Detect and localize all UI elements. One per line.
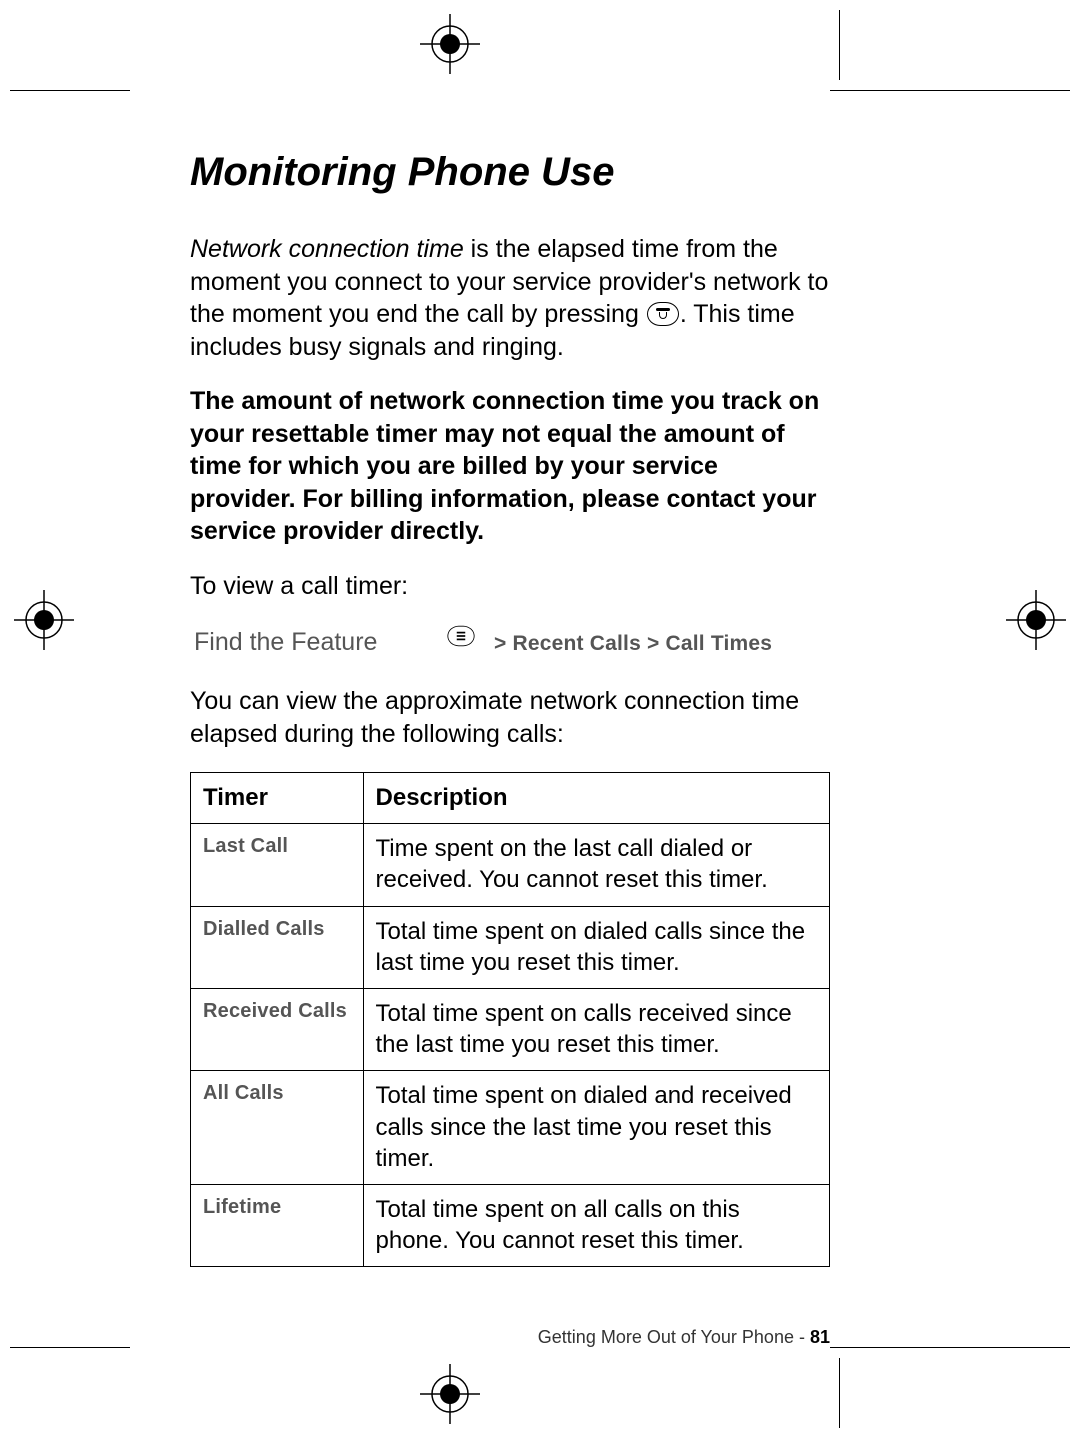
timer-name: Dialled Calls: [191, 906, 364, 988]
find-the-feature-row: Find the Feature > Recent Calls > Call T…: [194, 624, 830, 657]
crop-line: [830, 90, 1070, 91]
table-row: Dialled Calls Total time spent on dialed…: [191, 906, 830, 988]
registration-mark-icon: [14, 590, 74, 650]
page: Monitoring Phone Use Network connection …: [0, 0, 1080, 1438]
crop-line: [839, 1358, 840, 1428]
timer-desc: Time spent on the last call dialed or re…: [363, 824, 829, 906]
table-row: Lifetime Total time spent on all calls o…: [191, 1184, 830, 1266]
registration-mark-icon: [420, 1364, 480, 1424]
after-feature-text: You can view the approximate network con…: [190, 685, 830, 750]
timer-desc: Total time spent on dialed calls since t…: [363, 906, 829, 988]
crop-line: [10, 1347, 130, 1348]
crop-line: [10, 90, 130, 91]
registration-mark-icon: [420, 14, 480, 74]
view-timer-label: To view a call timer:: [190, 570, 830, 603]
timers-table: Timer Description Last Call Time spent o…: [190, 772, 830, 1267]
timer-name: Last Call: [191, 824, 364, 906]
col-description: Description: [363, 773, 829, 824]
page-number: 81: [810, 1327, 830, 1347]
menu-key-wrap: [444, 624, 494, 655]
content-area: Monitoring Phone Use Network connection …: [190, 150, 830, 1267]
end-key-icon: [647, 302, 679, 326]
table-header-row: Timer Description: [191, 773, 830, 824]
section-title: Monitoring Phone Use: [190, 150, 830, 195]
table-row: Last Call Time spent on the last call di…: [191, 824, 830, 906]
footer-section: Getting More Out of Your Phone -: [538, 1327, 810, 1347]
find-the-feature-label: Find the Feature: [194, 628, 444, 657]
intro-paragraph: Network connection time is the elapsed t…: [190, 233, 830, 363]
feature-navigation-path: > Recent Calls > Call Times: [494, 632, 772, 656]
registration-mark-icon: [1006, 590, 1066, 650]
table-row: Received Calls Total time spent on calls…: [191, 988, 830, 1070]
timer-desc: Total time spent on calls received since…: [363, 988, 829, 1070]
menu-key-icon: [447, 626, 474, 646]
col-timer: Timer: [191, 773, 364, 824]
crop-line: [830, 1347, 1070, 1348]
timer-name: Lifetime: [191, 1184, 364, 1266]
billing-notice: The amount of network connection time yo…: [190, 385, 830, 548]
intro-term: Network connection time: [190, 235, 464, 263]
timer-desc: Total time spent on all calls on this ph…: [363, 1184, 829, 1266]
timer-desc: Total time spent on dialed and received …: [363, 1071, 829, 1185]
page-footer: Getting More Out of Your Phone - 81: [190, 1327, 830, 1348]
timer-name: All Calls: [191, 1071, 364, 1185]
timer-name: Received Calls: [191, 988, 364, 1070]
table-row: All Calls Total time spent on dialed and…: [191, 1071, 830, 1185]
crop-line: [839, 10, 840, 80]
